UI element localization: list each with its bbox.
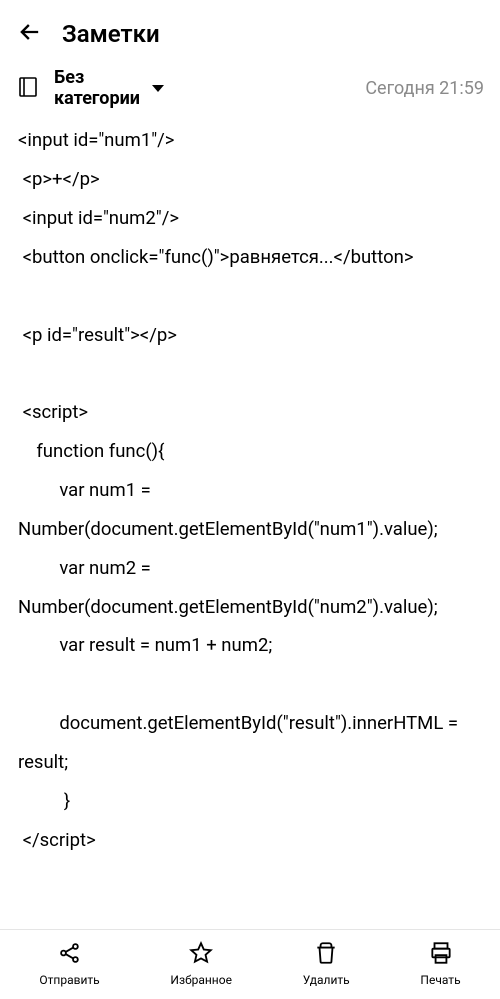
back-arrow-icon[interactable] <box>16 18 44 50</box>
note-line <box>18 277 482 316</box>
send-label: Отправить <box>39 973 99 987</box>
bottom-toolbar: Отправить Избранное Удалить Печать <box>0 929 500 999</box>
star-icon <box>188 940 214 969</box>
note-line: var result = num1 + num2; <box>18 626 482 665</box>
note-content[interactable]: <input id="num1"/> <p>+</p> <input id="n… <box>0 117 500 929</box>
note-line <box>18 354 482 393</box>
note-line: <input id="num1"/> <box>18 121 482 160</box>
print-button[interactable]: Печать <box>420 940 460 987</box>
page-title: Заметки <box>62 20 160 48</box>
app-header: Заметки <box>0 0 500 62</box>
category-dropdown[interactable]: Безкатегории <box>54 68 164 109</box>
note-line: } <box>18 782 482 821</box>
share-icon <box>57 940 83 969</box>
note-line: function func(){ <box>18 432 482 471</box>
note-line: <script> <box>18 393 482 432</box>
notebook-icon[interactable] <box>16 75 40 103</box>
note-line <box>18 665 482 704</box>
delete-button[interactable]: Удалить <box>303 940 350 987</box>
favorite-button[interactable]: Избранное <box>170 940 232 987</box>
note-line: </script> <box>18 821 482 860</box>
note-line: <p>+</p> <box>18 160 482 199</box>
printer-icon <box>428 940 454 969</box>
send-button[interactable]: Отправить <box>39 940 99 987</box>
timestamp-label: Сегодня 21:59 <box>365 78 484 99</box>
note-line: var num2 = Number(document.getElementByI… <box>18 549 482 627</box>
note-meta-row: Безкатегории Сегодня 21:59 <box>0 62 500 117</box>
note-line: document.getElementById("result").innerH… <box>18 704 482 782</box>
delete-label: Удалить <box>303 973 350 987</box>
note-line: <input id="num2"/> <box>18 199 482 238</box>
note-line: <button onclick="func()">равняется...</b… <box>18 238 482 277</box>
note-line: <p id="result"></p> <box>18 316 482 355</box>
chevron-down-icon <box>152 85 164 92</box>
print-label: Печать <box>420 973 460 987</box>
category-label: Безкатегории <box>54 68 140 109</box>
trash-icon <box>313 940 339 969</box>
favorite-label: Избранное <box>170 973 232 987</box>
note-line: var num1 = Number(document.getElementByI… <box>18 471 482 549</box>
